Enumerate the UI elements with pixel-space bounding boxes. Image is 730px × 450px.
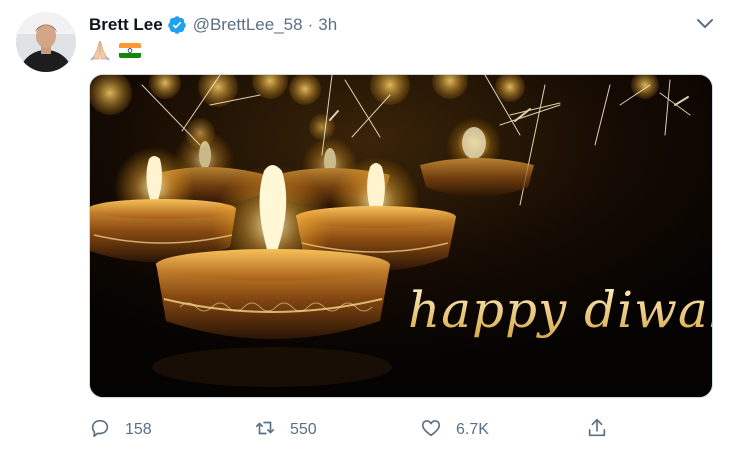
retweet-button[interactable]: 550 [254, 418, 317, 442]
diwali-lamps-image: happy diwali [90, 75, 713, 397]
tweet-actions: 158 550 6.7K [89, 418, 619, 442]
avatar-image [16, 12, 76, 72]
author-handle[interactable]: @BrettLee_58 [193, 15, 303, 35]
heart-icon [420, 417, 442, 444]
more-options-chevron-down-icon[interactable] [694, 14, 716, 34]
tweet-media-image[interactable]: happy diwali [89, 74, 713, 398]
author-name[interactable]: Brett Lee [89, 15, 163, 35]
india-flag-emoji-icon [119, 42, 141, 58]
avatar[interactable] [16, 12, 76, 72]
media-overlay-text: happy diwali [408, 281, 713, 339]
tweet-card[interactable]: Brett Lee @BrettLee_58 · 3h happy diwali… [0, 0, 730, 450]
tweet-header: Brett Lee @BrettLee_58 · 3h [89, 14, 337, 36]
tweet-text [89, 39, 141, 61]
folded-hands-emoji-icon [89, 39, 111, 61]
reply-button[interactable]: 158 [89, 418, 152, 442]
retweet-icon [254, 417, 276, 444]
share-upload-icon [586, 417, 608, 444]
verified-badge-icon [167, 15, 187, 35]
reply-icon [89, 417, 111, 444]
like-button[interactable]: 6.7K [420, 418, 489, 442]
retweet-count: 550 [290, 421, 317, 438]
like-count: 6.7K [456, 421, 489, 438]
tweet-timestamp[interactable]: 3h [318, 15, 337, 35]
reply-count: 158 [125, 421, 152, 438]
share-button[interactable] [586, 418, 608, 442]
separator-dot: · [307, 15, 314, 34]
